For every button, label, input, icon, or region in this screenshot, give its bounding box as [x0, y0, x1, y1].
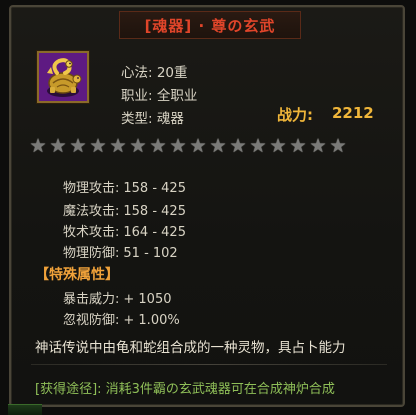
stat-value: 164 - 425	[123, 225, 186, 240]
obtain-method: [获得途径]: 消耗3件霸の玄武魂器可在合成神炉合成	[35, 382, 335, 397]
star-empty-icon: ★	[209, 135, 227, 157]
stat-label: 牧术攻击:	[63, 225, 120, 240]
stat-label: 物理攻击:	[63, 181, 120, 196]
star-empty-icon: ★	[169, 135, 187, 157]
title-bar: [魂器] · 尊の玄武	[119, 11, 301, 39]
star-empty-icon: ★	[189, 135, 207, 157]
special-ignore-defense: 忽视防御: + 1.00%	[63, 309, 180, 328]
star-empty-icon: ★	[249, 135, 267, 157]
star-empty-icon: ★	[329, 135, 347, 157]
star-empty-icon: ★	[129, 135, 147, 157]
star-empty-icon: ★	[229, 135, 247, 157]
item-tooltip: [魂器] · 尊の玄武 心法: 20重 职业: 全职业 类型: 魂器 战力: 2…	[9, 5, 405, 407]
star-empty-icon: ★	[49, 135, 67, 157]
special-crit-power: 暴击威力: + 1050	[63, 288, 172, 307]
item-level: 心法: 20重	[121, 65, 188, 81]
special-attributes-header: 【特殊属性】	[35, 267, 119, 283]
stat-magic-attack: 魔法攻击: 158 - 425	[63, 200, 186, 219]
item-type: 类型: 魂器	[121, 111, 184, 127]
stat-physical-defense: 物理防御: 51 - 102	[63, 242, 178, 261]
stat-taoist-attack: 牧术攻击: 164 - 425	[63, 221, 186, 240]
star-empty-icon: ★	[149, 135, 167, 157]
power-label: 战力:	[277, 106, 313, 124]
divider	[31, 364, 387, 365]
power-value: 2212	[332, 104, 374, 122]
stat-label: 魔法攻击:	[63, 204, 120, 219]
star-empty-icon: ★	[109, 135, 127, 157]
stat-value: 158 - 425	[123, 204, 186, 219]
tortoise-snake-icon-art	[39, 53, 87, 101]
item-description: 神话传说中由龟和蛇组合成的一种灵物，具占卜能力	[35, 340, 346, 356]
star-rating: ★ ★ ★ ★ ★ ★ ★ ★ ★ ★ ★ ★ ★ ★ ★ ★	[29, 135, 347, 157]
star-empty-icon: ★	[269, 135, 287, 157]
star-empty-icon: ★	[89, 135, 107, 157]
star-empty-icon: ★	[29, 135, 47, 157]
stat-label: 物理防御:	[63, 246, 120, 261]
special-label: 暴击威力:	[63, 292, 120, 307]
item-profession: 职业: 全职业	[121, 88, 198, 104]
item-title: [魂器] · 尊の玄武	[144, 16, 276, 35]
stat-value: 158 - 425	[123, 181, 186, 196]
stat-value: 51 - 102	[123, 246, 178, 261]
star-empty-icon: ★	[289, 135, 307, 157]
golden-tortoise-snake-icon[interactable]	[37, 51, 89, 103]
star-empty-icon: ★	[309, 135, 327, 157]
stat-physical-attack: 物理攻击: 158 - 425	[63, 177, 186, 196]
special-value: + 1.00%	[123, 313, 180, 328]
special-value: + 1050	[123, 292, 172, 307]
special-label: 忽视防御:	[63, 313, 120, 328]
corner-decoration	[8, 404, 42, 415]
star-empty-icon: ★	[69, 135, 87, 157]
